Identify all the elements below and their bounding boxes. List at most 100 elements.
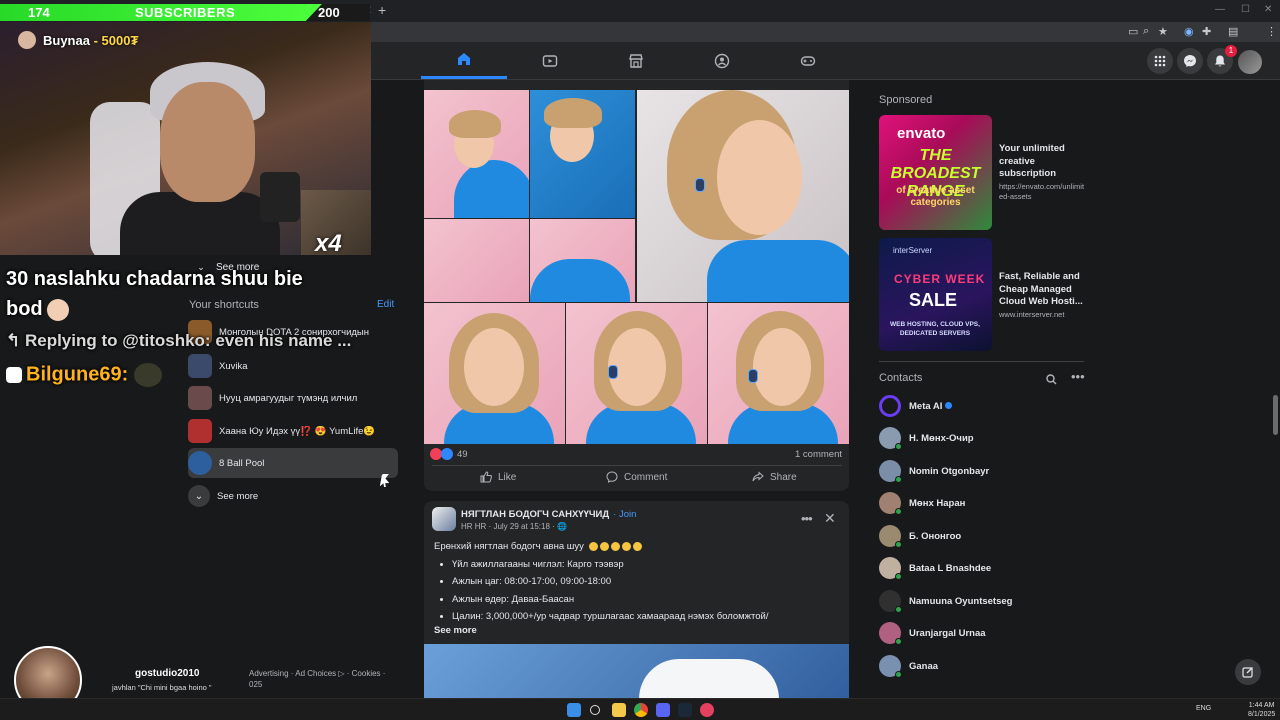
post-intro: Ерөнхий нягтлан бодогч авна шуу	[434, 538, 769, 556]
menu-grid-button[interactable]	[1147, 48, 1173, 74]
ad-headline-sale: SALE	[909, 290, 958, 310]
ad-image-envato[interactable]: envato THE BROADEST RANGE of creative as…	[879, 115, 992, 230]
like-label: Like	[498, 471, 517, 483]
footer-links[interactable]: Advertising · Ad Choices ▷ · Cookies · 0…	[249, 668, 399, 690]
new-message-button[interactable]	[1235, 659, 1261, 685]
shortcut-thumb	[188, 419, 212, 443]
shortcut-item[interactable]: Нууц амрагуудыг түмэнд илчил	[188, 383, 398, 413]
language-indicator[interactable]: ENG	[1196, 705, 1211, 712]
hide-post-icon[interactable]: ✕	[824, 510, 836, 527]
microphone	[260, 172, 300, 222]
sponsored-title: Sponsored	[879, 94, 933, 106]
contacts-options-icon[interactable]: •••	[1071, 369, 1085, 384]
contact-item-meta-ai[interactable]: Meta AI	[879, 392, 953, 420]
post-photo[interactable]	[424, 90, 529, 218]
chat-line: Bilgune69:	[6, 363, 162, 387]
shortcut-item[interactable]: Xuvika	[188, 351, 398, 381]
discord-icon[interactable]	[656, 703, 670, 717]
nav-tab-marketplace[interactable]	[593, 42, 679, 79]
bookmark-star-icon[interactable]: ★	[1158, 25, 1168, 38]
chat-text: bod	[6, 298, 43, 320]
messenger-button[interactable]	[1177, 48, 1203, 74]
post-header: НЯГТЛАН БОДОГЧ САНХҮҮЧИД · Join	[461, 509, 636, 520]
ad-title[interactable]: Fast, Reliable and Cheap Managed Cloud W…	[999, 271, 1084, 309]
contact-item[interactable]: Uranjargal Urnaa	[879, 619, 986, 647]
comment-count[interactable]: 1 comment	[795, 449, 842, 460]
post-photo[interactable]	[424, 219, 529, 302]
chrome-icon[interactable]	[634, 703, 648, 717]
steam-icon[interactable]	[678, 703, 692, 717]
post-photo[interactable]	[530, 219, 635, 302]
post-photo[interactable]	[530, 90, 635, 218]
reaction-count: 49	[457, 449, 468, 460]
group-avatar[interactable]	[432, 507, 456, 531]
minimize-icon[interactable]: —	[1215, 4, 1225, 15]
post-see-more-link[interactable]: See more	[434, 625, 477, 636]
app-icon[interactable]	[700, 703, 714, 717]
new-tab-icon[interactable]: +	[378, 2, 386, 18]
contact-item[interactable]: Bataa L Bnashdee	[879, 554, 991, 582]
maximize-icon[interactable]: ☐	[1241, 4, 1250, 15]
nav-tab-gaming[interactable]	[765, 42, 851, 79]
windows-start-icon[interactable]	[567, 703, 581, 717]
contact-item[interactable]: Ganaa	[879, 652, 938, 680]
subscriber-goal: 200	[318, 5, 340, 20]
profile-avatar[interactable]	[1238, 50, 1262, 74]
close-window-icon[interactable]: ✕	[1264, 4, 1272, 15]
contacts-search-icon[interactable]	[1046, 372, 1057, 390]
thumbs-up-icon	[480, 471, 492, 483]
comment-button[interactable]: Comment	[606, 471, 667, 483]
contact-item[interactable]: Н. Мөнх-Очир	[879, 424, 974, 452]
post-photo[interactable]	[637, 90, 849, 302]
top-donor-message: javhlan "Chi mini bgaa hoino "	[112, 683, 212, 692]
emoji-icon	[621, 541, 631, 551]
see-more-bottom-button[interactable]: ⌄ See more	[188, 481, 398, 511]
post-photo[interactable]	[708, 303, 849, 444]
compose-icon	[1242, 667, 1253, 678]
page-scrollbar[interactable]	[1273, 395, 1278, 435]
ad-title[interactable]: Your unlimited creative subscription	[999, 143, 1084, 181]
contact-item[interactable]: Nomin Otgonbayr	[879, 457, 989, 485]
contact-name: Namuuna Oyuntsetseg	[909, 595, 1013, 607]
online-indicator	[895, 606, 902, 613]
contact-item[interactable]: Мөнх Наран	[879, 489, 965, 517]
shortcuts-edit-link[interactable]: Edit	[377, 299, 394, 310]
notifications-button[interactable]: 1	[1207, 45, 1237, 74]
share-button[interactable]: Share	[752, 471, 797, 483]
chat-line: bod	[6, 298, 69, 321]
verified-badge-icon	[945, 402, 953, 410]
nav-tab-groups[interactable]	[679, 42, 765, 79]
extension-icon[interactable]: ◉	[1184, 25, 1194, 38]
post-photo[interactable]	[566, 303, 707, 444]
ad-image-interserver[interactable]: interServer CYBER WEEK SALE WEB HOSTING,…	[879, 238, 992, 351]
extensions-puzzle-icon[interactable]: ✚	[1202, 25, 1211, 38]
shortcut-item-8-ball-pool[interactable]: 8 Ball Pool	[188, 448, 398, 478]
shortcut-item[interactable]: Хаана Юу Идэх үү⁉️ 😍 YumLife😉	[188, 416, 398, 446]
file-explorer-icon[interactable]	[612, 703, 626, 717]
contact-item[interactable]: Namuuna Oyuntsetseg	[879, 587, 1012, 615]
ad-headline: CYBER WEEK	[894, 272, 986, 286]
cast-icon[interactable]: ▭	[1128, 25, 1138, 38]
chevron-down-icon: ⌄	[188, 485, 210, 507]
post-photo[interactable]	[424, 303, 565, 444]
post-options-icon[interactable]: •••	[801, 511, 813, 526]
join-group-link[interactable]: · Join	[613, 509, 636, 520]
taskbar-clock[interactable]: 1:44 AM 8/1/2025	[1248, 701, 1275, 719]
post-bullet-list: Үйл ажиллагааны чиглэл: Карго тээвэр Ажл…	[452, 556, 769, 626]
donor-name: Buynaa	[43, 33, 90, 48]
like-button[interactable]: Like	[480, 471, 516, 483]
online-indicator	[895, 541, 902, 548]
search-icon[interactable]	[590, 705, 600, 715]
nav-tab-home[interactable]	[421, 42, 507, 79]
group-name[interactable]: НЯГТЛАН БОДОГЧ САНХҮҮЧИД	[461, 509, 609, 520]
sidepanel-icon[interactable]: ▤	[1228, 25, 1238, 38]
browser-menu-icon[interactable]: ⋮	[1266, 25, 1277, 38]
bell-icon	[1215, 55, 1225, 67]
zoom-icon[interactable]: ⌕	[1143, 25, 1149, 38]
reaction-summary[interactable]: 49 1 comment	[430, 448, 842, 462]
shortcut-thumb	[188, 386, 212, 410]
nav-tab-video[interactable]	[507, 42, 593, 79]
marketplace-icon	[629, 53, 643, 68]
contact-item[interactable]: Б. Ононгоо	[879, 522, 961, 550]
multiplier-text: x4	[315, 230, 342, 257]
